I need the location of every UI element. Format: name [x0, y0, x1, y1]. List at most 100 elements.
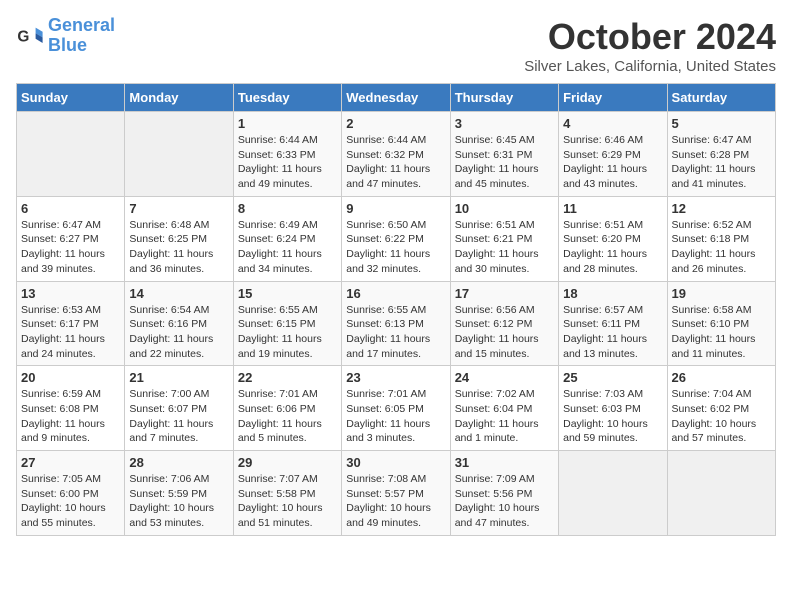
day-number: 21: [129, 370, 228, 385]
day-number: 24: [455, 370, 554, 385]
calendar-cell: 2Sunrise: 6:44 AM Sunset: 6:32 PM Daylig…: [342, 112, 450, 197]
calendar-cell: 31 Sunrise: 7:09 AM Sunset: 5:56 PM Dayli…: [450, 451, 558, 536]
calendar-cell: [125, 112, 233, 197]
day-info: Sunrise: 6:54 AM Sunset: 6:16 PM Dayligh…: [129, 303, 228, 362]
day-info: Sunrise: 7:07 AM Sunset: 5:58 PM Dayligh…: [238, 472, 337, 531]
day-number: 23: [346, 370, 445, 385]
calendar-cell: 17 Sunrise: 6:56 AM Sunset: 6:12 PM Dayli…: [450, 281, 558, 366]
day-info: Sunrise: 6:55 AM Sunset: 6:13 PM Dayligh…: [346, 303, 445, 362]
logo-line2: Blue: [48, 35, 87, 55]
calendar-cell: 11Sunrise: 6:51 AM Sunset: 6:20 PM Dayli…: [559, 196, 667, 281]
day-info: Sunrise: 6:57 AM Sunset: 6:11 PM Dayligh…: [563, 303, 662, 362]
day-info: Sunrise: 7:03 AM Sunset: 6:03 PM Dayligh…: [563, 387, 662, 446]
day-info: Sunrise: 7:01 AM Sunset: 6:05 PM Dayligh…: [346, 387, 445, 446]
day-number: 25: [563, 370, 662, 385]
day-info: Sunrise: 7:04 AM Sunset: 6:02 PM Dayligh…: [672, 387, 771, 446]
day-number: 14: [129, 286, 228, 301]
day-info: Sunrise: 6:47 AM Sunset: 6:28 PM Dayligh…: [672, 133, 771, 192]
header-friday: Friday: [559, 84, 667, 112]
day-info: Sunrise: 6:44 AM Sunset: 6:32 PM Dayligh…: [346, 133, 445, 192]
calendar-cell: 6 Sunrise: 6:47 AM Sunset: 6:27 PM Daylig…: [17, 196, 125, 281]
logo: G General Blue: [16, 16, 115, 56]
day-info: Sunrise: 6:56 AM Sunset: 6:12 PM Dayligh…: [455, 303, 554, 362]
day-info: Sunrise: 6:53 AM Sunset: 6:17 PM Dayligh…: [21, 303, 120, 362]
calendar-cell: 26 Sunrise: 7:04 AM Sunset: 6:02 PM Dayli…: [667, 366, 775, 451]
day-info: Sunrise: 6:58 AM Sunset: 6:10 PM Dayligh…: [672, 303, 771, 362]
day-info: Sunrise: 6:48 AM Sunset: 6:25 PM Dayligh…: [129, 218, 228, 277]
day-info: Sunrise: 7:06 AM Sunset: 5:59 PM Dayligh…: [129, 472, 228, 531]
day-info: Sunrise: 6:46 AM Sunset: 6:29 PM Dayligh…: [563, 133, 662, 192]
day-number: 1: [238, 116, 337, 131]
calendar-cell: 12 Sunrise: 6:52 AM Sunset: 6:18 PM Dayli…: [667, 196, 775, 281]
day-info: Sunrise: 7:02 AM Sunset: 6:04 PM Dayligh…: [455, 387, 554, 446]
day-number: 10: [455, 201, 554, 216]
day-info: Sunrise: 6:55 AM Sunset: 6:15 PM Dayligh…: [238, 303, 337, 362]
day-number: 11: [563, 201, 662, 216]
day-info: Sunrise: 7:01 AM Sunset: 6:06 PM Dayligh…: [238, 387, 337, 446]
day-number: 29: [238, 455, 337, 470]
location: Silver Lakes, California, United States: [524, 58, 776, 75]
day-number: 7: [129, 201, 228, 216]
header-wednesday: Wednesday: [342, 84, 450, 112]
calendar-cell: 5Sunrise: 6:47 AM Sunset: 6:28 PM Daylig…: [667, 112, 775, 197]
day-number: 16: [346, 286, 445, 301]
day-number: 31: [455, 455, 554, 470]
calendar-cell: 18 Sunrise: 6:57 AM Sunset: 6:11 PM Dayli…: [559, 281, 667, 366]
calendar-cell: 27Sunrise: 7:05 AM Sunset: 6:00 PM Dayli…: [17, 451, 125, 536]
calendar-cell: 28Sunrise: 7:06 AM Sunset: 5:59 PM Dayli…: [125, 451, 233, 536]
calendar-cell: 10 Sunrise: 6:51 AM Sunset: 6:21 PM Dayli…: [450, 196, 558, 281]
header-monday: Monday: [125, 84, 233, 112]
page-header: G General Blue October 2024 Silver Lakes…: [16, 16, 776, 75]
calendar-cell: 24 Sunrise: 7:02 AM Sunset: 6:04 PM Dayli…: [450, 366, 558, 451]
day-number: 8: [238, 201, 337, 216]
calendar-cell: 23 Sunrise: 7:01 AM Sunset: 6:05 PM Dayli…: [342, 366, 450, 451]
header-saturday: Saturday: [667, 84, 775, 112]
calendar-cell: 9Sunrise: 6:50 AM Sunset: 6:22 PM Daylig…: [342, 196, 450, 281]
day-info: Sunrise: 6:59 AM Sunset: 6:08 PM Dayligh…: [21, 387, 120, 446]
day-number: 4: [563, 116, 662, 131]
day-number: 20: [21, 370, 120, 385]
calendar-cell: 3 Sunrise: 6:45 AM Sunset: 6:31 PM Daylig…: [450, 112, 558, 197]
day-number: 18: [563, 286, 662, 301]
day-info: Sunrise: 6:45 AM Sunset: 6:31 PM Dayligh…: [455, 133, 554, 192]
calendar-week-row: 1Sunrise: 6:44 AM Sunset: 6:33 PM Daylig…: [17, 112, 776, 197]
day-info: Sunrise: 6:51 AM Sunset: 6:21 PM Dayligh…: [455, 218, 554, 277]
calendar-cell: 13Sunrise: 6:53 AM Sunset: 6:17 PM Dayli…: [17, 281, 125, 366]
day-number: 12: [672, 201, 771, 216]
calendar-week-row: 13Sunrise: 6:53 AM Sunset: 6:17 PM Dayli…: [17, 281, 776, 366]
day-number: 26: [672, 370, 771, 385]
calendar-cell: 22Sunrise: 7:01 AM Sunset: 6:06 PM Dayli…: [233, 366, 341, 451]
day-number: 17: [455, 286, 554, 301]
logo-icon: G: [16, 22, 44, 50]
calendar-cell: 15 Sunrise: 6:55 AM Sunset: 6:15 PM Dayli…: [233, 281, 341, 366]
calendar-cell: [667, 451, 775, 536]
calendar-cell: 8 Sunrise: 6:49 AM Sunset: 6:24 PM Daylig…: [233, 196, 341, 281]
day-info: Sunrise: 7:05 AM Sunset: 6:00 PM Dayligh…: [21, 472, 120, 531]
calendar-week-row: 27Sunrise: 7:05 AM Sunset: 6:00 PM Dayli…: [17, 451, 776, 536]
day-number: 6: [21, 201, 120, 216]
calendar-cell: [559, 451, 667, 536]
logo-line1: General: [48, 15, 115, 35]
calendar-cell: 1Sunrise: 6:44 AM Sunset: 6:33 PM Daylig…: [233, 112, 341, 197]
calendar-cell: 7 Sunrise: 6:48 AM Sunset: 6:25 PM Daylig…: [125, 196, 233, 281]
calendar-cell: 20 Sunrise: 6:59 AM Sunset: 6:08 PM Dayli…: [17, 366, 125, 451]
day-info: Sunrise: 6:52 AM Sunset: 6:18 PM Dayligh…: [672, 218, 771, 277]
calendar-table: SundayMondayTuesdayWednesdayThursdayFrid…: [16, 83, 776, 536]
calendar-cell: 19Sunrise: 6:58 AM Sunset: 6:10 PM Dayli…: [667, 281, 775, 366]
day-info: Sunrise: 6:47 AM Sunset: 6:27 PM Dayligh…: [21, 218, 120, 277]
day-number: 3: [455, 116, 554, 131]
calendar-header-row: SundayMondayTuesdayWednesdayThursdayFrid…: [17, 84, 776, 112]
title-block: October 2024 Silver Lakes, California, U…: [524, 16, 776, 75]
day-info: Sunrise: 6:49 AM Sunset: 6:24 PM Dayligh…: [238, 218, 337, 277]
calendar-cell: 4 Sunrise: 6:46 AM Sunset: 6:29 PM Daylig…: [559, 112, 667, 197]
month-title: October 2024: [524, 16, 776, 58]
calendar-cell: 29 Sunrise: 7:07 AM Sunset: 5:58 PM Dayli…: [233, 451, 341, 536]
calendar-cell: [17, 112, 125, 197]
svg-text:G: G: [17, 28, 29, 45]
day-info: Sunrise: 7:09 AM Sunset: 5:56 PM Dayligh…: [455, 472, 554, 531]
calendar-cell: 25 Sunrise: 7:03 AM Sunset: 6:03 PM Dayli…: [559, 366, 667, 451]
day-number: 15: [238, 286, 337, 301]
day-info: Sunrise: 7:08 AM Sunset: 5:57 PM Dayligh…: [346, 472, 445, 531]
calendar-cell: 30Sunrise: 7:08 AM Sunset: 5:57 PM Dayli…: [342, 451, 450, 536]
header-sunday: Sunday: [17, 84, 125, 112]
